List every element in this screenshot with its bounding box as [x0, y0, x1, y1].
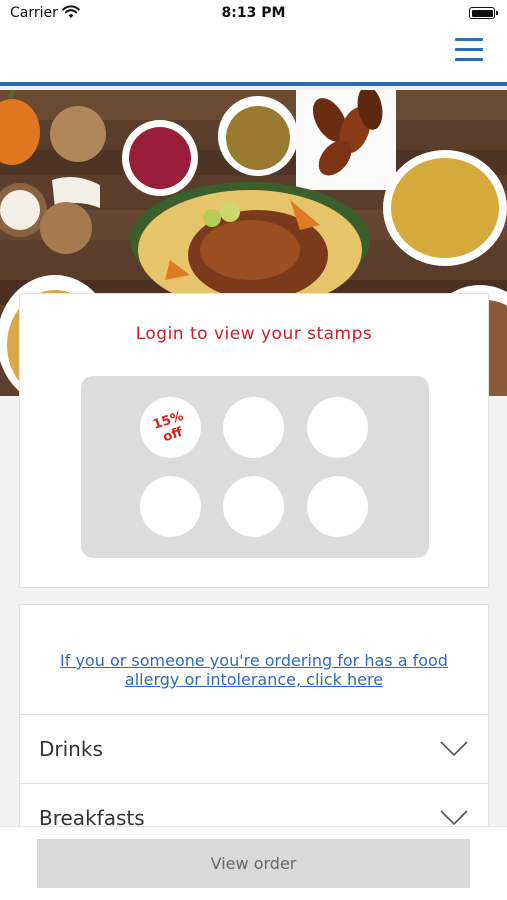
stamp-slot-5: [223, 476, 284, 537]
stamp-slot-2: [223, 397, 284, 458]
bottom-bar: View order: [0, 826, 507, 900]
clock: 8:13 PM: [221, 5, 286, 21]
hamburger-menu-icon[interactable]: [455, 38, 483, 64]
stamp-reward-label: 15% off: [132, 389, 209, 466]
chevron-down-icon: [440, 741, 468, 757]
stamp-slot-6: [307, 476, 368, 537]
stamp-slot-4: [140, 476, 201, 537]
navigation-bar: [0, 28, 507, 86]
stamp-card: Login to view your stamps 15% off: [19, 293, 489, 588]
battery-icon: [469, 7, 498, 19]
category-drinks[interactable]: Drinks: [20, 714, 490, 784]
stamp-card-title[interactable]: Login to view your stamps: [20, 324, 488, 344]
chevron-down-icon: [440, 810, 468, 826]
category-label: Drinks: [39, 737, 103, 761]
view-order-button[interactable]: View order: [37, 839, 470, 888]
stamp-grid: 15% off: [81, 376, 429, 558]
status-bar: Carrier 8:13 PM: [0, 0, 507, 28]
stamp-slot-3: [307, 397, 368, 458]
stamp-slot-1: 15% off: [140, 397, 201, 458]
allergy-info-link[interactable]: If you or someone you're ordering for ha…: [40, 651, 468, 689]
